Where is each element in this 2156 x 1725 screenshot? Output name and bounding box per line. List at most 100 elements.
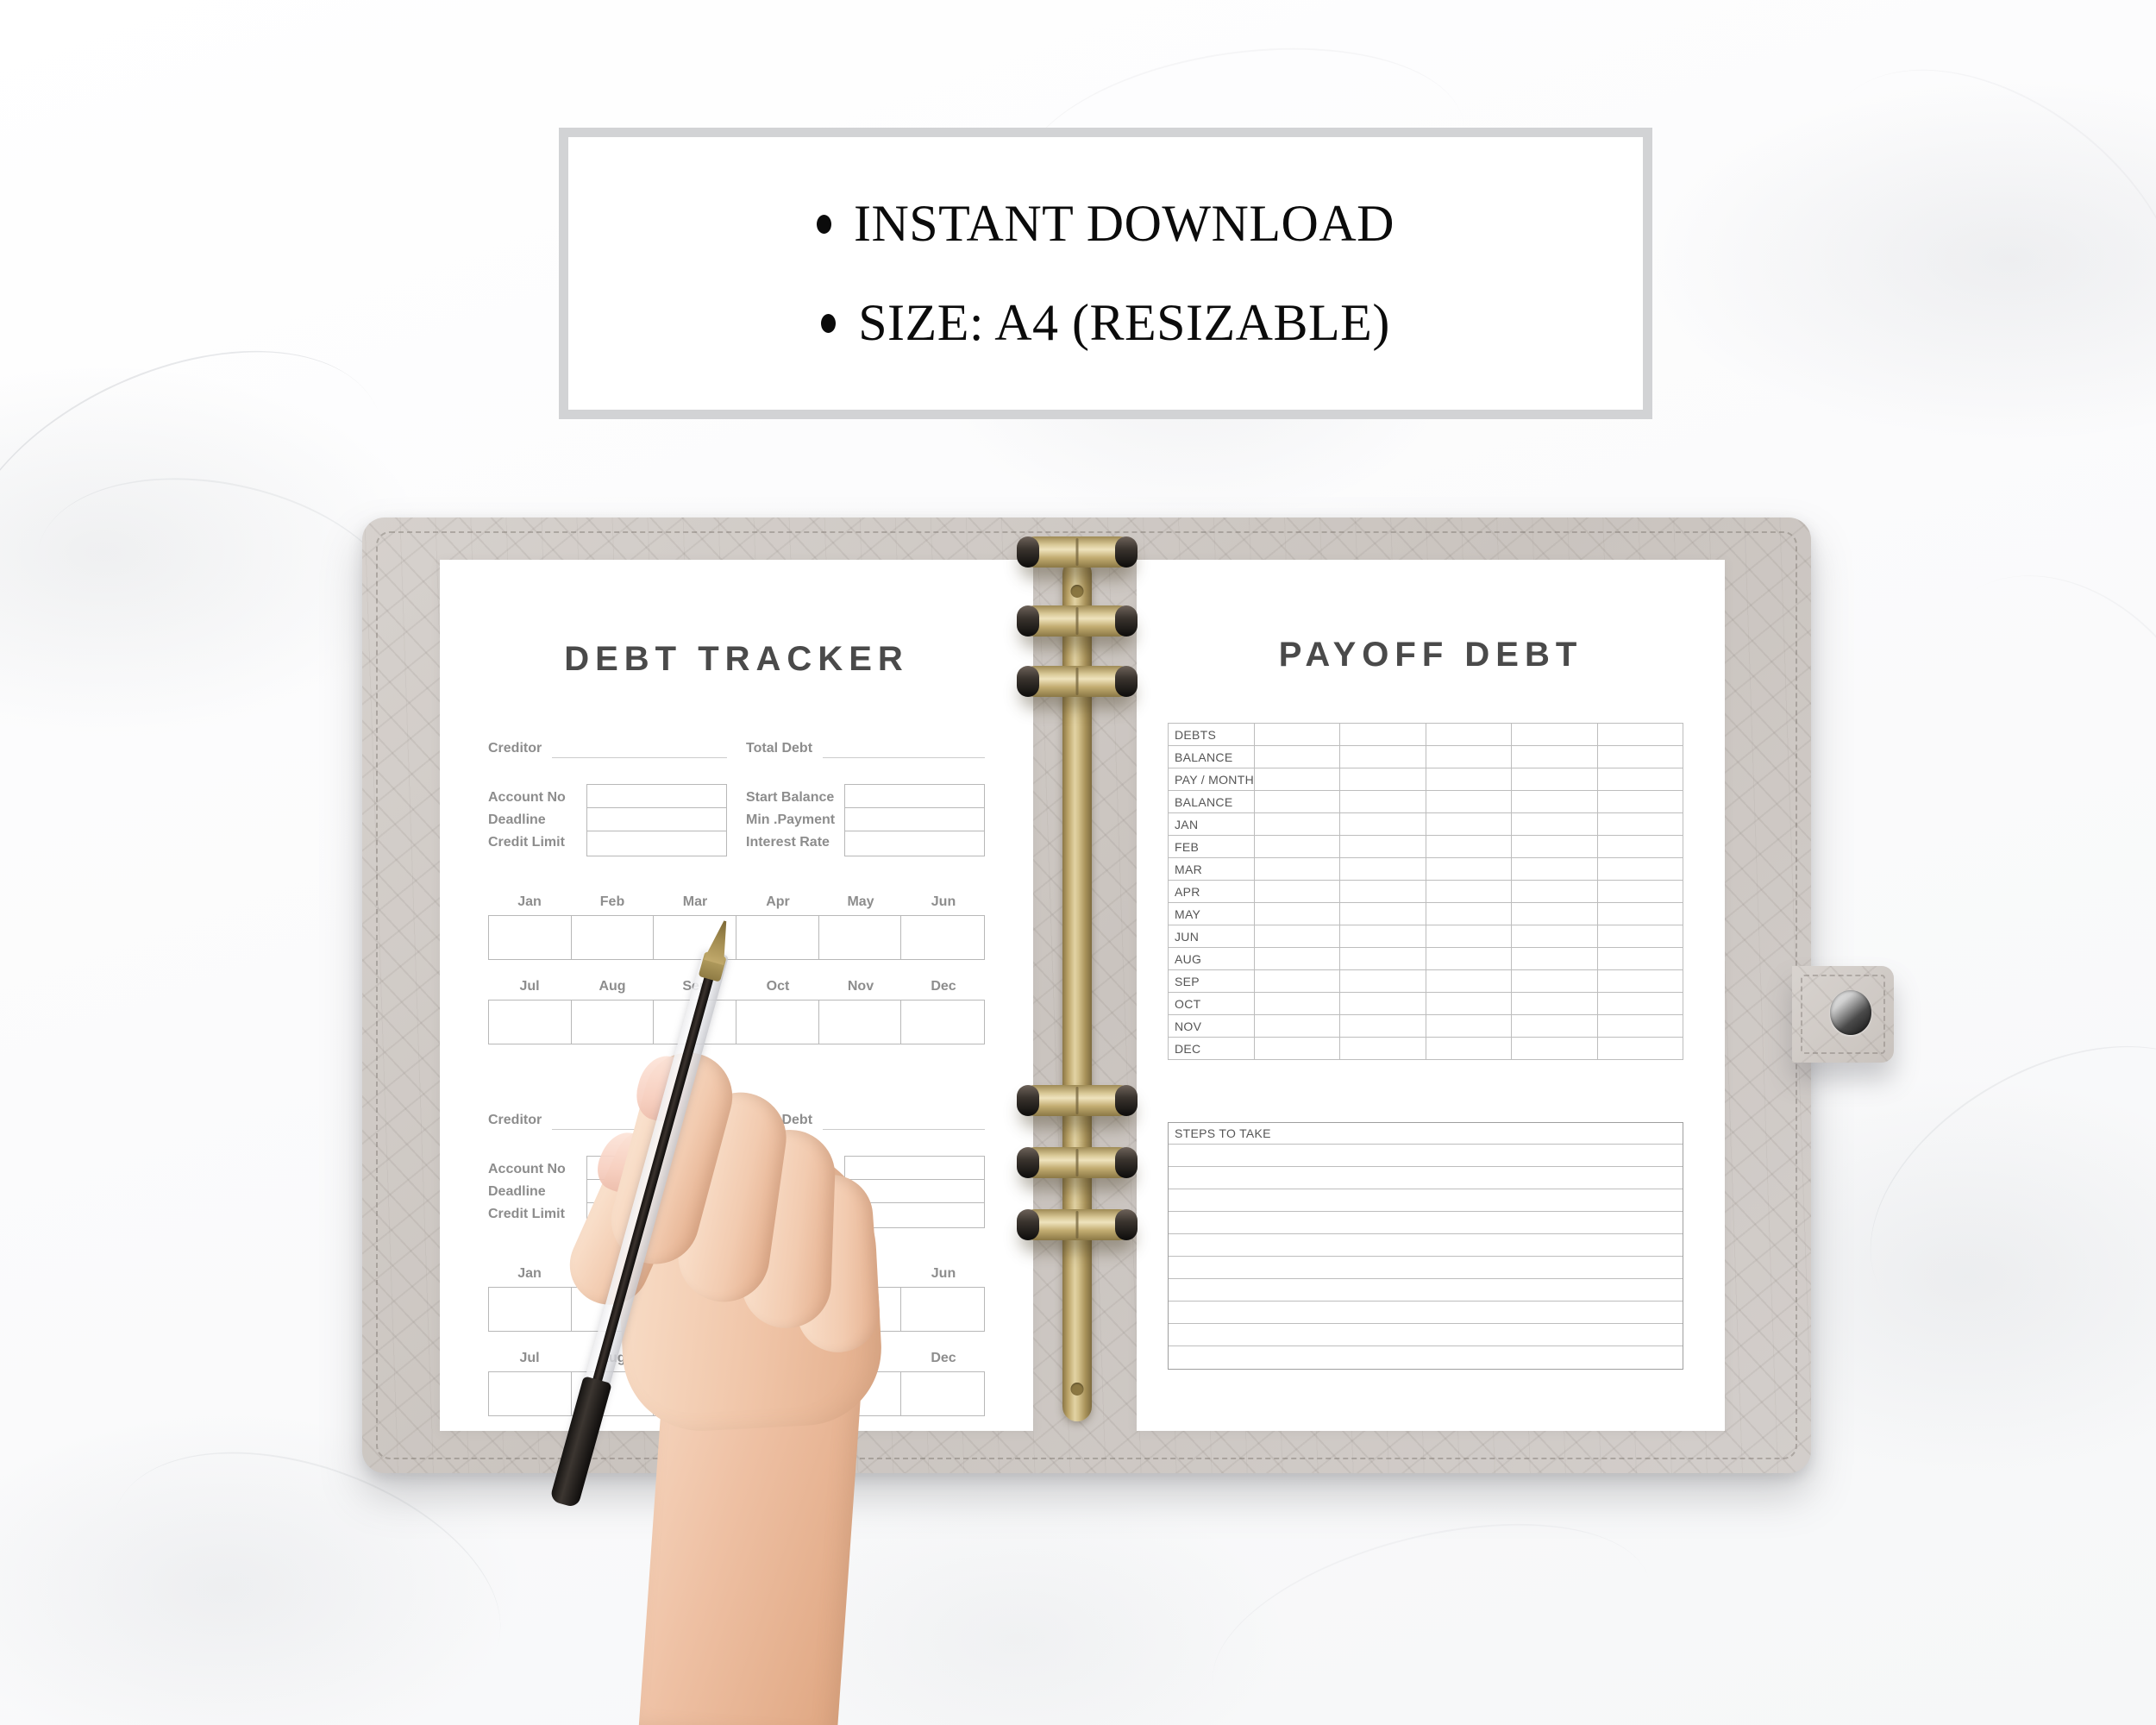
creditor-input-rule[interactable] [552, 1113, 727, 1130]
field-input-box[interactable] [845, 785, 984, 808]
payoff-cell[interactable] [1511, 768, 1598, 791]
payoff-cell[interactable] [1339, 857, 1426, 881]
payoff-cell[interactable] [1253, 790, 1341, 813]
steps-to-take-line[interactable] [1169, 1189, 1683, 1212]
month-cell[interactable] [736, 1288, 819, 1331]
month-cell[interactable] [489, 916, 572, 959]
total-debt-input-rule[interactable] [823, 741, 985, 758]
payoff-cell[interactable] [1511, 790, 1598, 813]
month-cell[interactable] [572, 1372, 655, 1415]
payoff-cell[interactable] [1425, 1014, 1513, 1038]
payoff-cell[interactable] [1596, 812, 1684, 836]
payoff-cell[interactable] [1511, 1037, 1598, 1060]
steps-to-take-line[interactable] [1169, 1279, 1683, 1302]
payoff-cell[interactable] [1253, 723, 1341, 746]
payoff-cell[interactable] [1339, 835, 1426, 858]
month-cell[interactable] [736, 1372, 819, 1415]
payoff-cell[interactable] [1596, 1037, 1684, 1060]
payoff-cell[interactable] [1511, 969, 1598, 993]
payoff-cell[interactable] [1425, 947, 1513, 970]
field-input-box[interactable] [587, 1203, 726, 1226]
payoff-cell[interactable] [1596, 902, 1684, 925]
payoff-cell[interactable] [1253, 947, 1341, 970]
payoff-cell[interactable] [1511, 723, 1598, 746]
steps-to-take-line[interactable] [1169, 1324, 1683, 1346]
payoff-cell[interactable] [1511, 947, 1598, 970]
payoff-cell[interactable] [1339, 768, 1426, 791]
month-cell[interactable] [489, 1288, 572, 1331]
month-cell[interactable] [489, 1000, 572, 1044]
payoff-cell[interactable] [1425, 790, 1513, 813]
field-input-box[interactable] [587, 785, 726, 808]
field-input-box[interactable] [587, 831, 726, 855]
payoff-cell[interactable] [1253, 768, 1341, 791]
payoff-cell[interactable] [1511, 880, 1598, 903]
payoff-cell[interactable] [1596, 768, 1684, 791]
field-input-box[interactable] [845, 1203, 984, 1226]
field-input-box[interactable] [587, 1180, 726, 1203]
payoff-cell[interactable] [1511, 1014, 1598, 1038]
payoff-cell[interactable] [1596, 745, 1684, 768]
month-cell[interactable] [819, 1372, 902, 1415]
month-cell[interactable] [572, 1000, 655, 1044]
payoff-cell[interactable] [1425, 992, 1513, 1015]
payoff-cell[interactable] [1253, 857, 1341, 881]
payoff-cell[interactable] [1339, 925, 1426, 948]
payoff-cell[interactable] [1253, 992, 1341, 1015]
payoff-cell[interactable] [1511, 992, 1598, 1015]
payoff-cell[interactable] [1339, 812, 1426, 836]
payoff-cell[interactable] [1596, 947, 1684, 970]
steps-to-take-line[interactable] [1169, 1145, 1683, 1167]
field-input-box[interactable] [587, 808, 726, 831]
payoff-cell[interactable] [1511, 835, 1598, 858]
payoff-cell[interactable] [1596, 790, 1684, 813]
payoff-cell[interactable] [1425, 880, 1513, 903]
payoff-cell[interactable] [1596, 857, 1684, 881]
field-input-box[interactable] [845, 1180, 984, 1203]
payoff-cell[interactable] [1339, 947, 1426, 970]
payoff-cell[interactable] [1339, 902, 1426, 925]
payoff-cell[interactable] [1425, 812, 1513, 836]
total-debt-input-rule[interactable] [823, 1113, 985, 1130]
payoff-cell[interactable] [1511, 925, 1598, 948]
month-cell[interactable] [819, 1288, 902, 1331]
payoff-cell[interactable] [1253, 925, 1341, 948]
payoff-cell[interactable] [1339, 745, 1426, 768]
month-cell[interactable] [736, 1000, 819, 1044]
month-cell[interactable] [819, 1000, 902, 1044]
payoff-cell[interactable] [1511, 745, 1598, 768]
steps-to-take-line[interactable] [1169, 1212, 1683, 1234]
payoff-cell[interactable] [1425, 723, 1513, 746]
month-cell[interactable] [654, 1000, 736, 1044]
month-cell[interactable] [736, 916, 819, 959]
payoff-cell[interactable] [1253, 835, 1341, 858]
steps-to-take-line[interactable] [1169, 1167, 1683, 1189]
month-cell[interactable] [901, 1000, 984, 1044]
payoff-cell[interactable] [1425, 925, 1513, 948]
steps-to-take-line[interactable] [1169, 1346, 1683, 1369]
payoff-cell[interactable] [1339, 723, 1426, 746]
payoff-cell[interactable] [1253, 745, 1341, 768]
payoff-cell[interactable] [1425, 969, 1513, 993]
payoff-cell[interactable] [1339, 969, 1426, 993]
creditor-input-rule[interactable] [552, 741, 727, 758]
payoff-cell[interactable] [1253, 1037, 1341, 1060]
month-cell[interactable] [654, 1372, 736, 1415]
payoff-cell[interactable] [1253, 812, 1341, 836]
payoff-cell[interactable] [1596, 925, 1684, 948]
month-cell[interactable] [901, 916, 984, 959]
month-cell[interactable] [901, 1372, 984, 1415]
month-cell[interactable] [489, 1372, 572, 1415]
payoff-cell[interactable] [1511, 857, 1598, 881]
payoff-cell[interactable] [1596, 880, 1684, 903]
payoff-cell[interactable] [1511, 902, 1598, 925]
field-input-box[interactable] [845, 808, 984, 831]
payoff-cell[interactable] [1339, 880, 1426, 903]
field-input-box[interactable] [845, 831, 984, 855]
payoff-cell[interactable] [1253, 902, 1341, 925]
payoff-cell[interactable] [1425, 745, 1513, 768]
field-input-box[interactable] [587, 1157, 726, 1180]
steps-to-take-line[interactable] [1169, 1302, 1683, 1324]
payoff-cell[interactable] [1596, 1014, 1684, 1038]
payoff-cell[interactable] [1511, 812, 1598, 836]
